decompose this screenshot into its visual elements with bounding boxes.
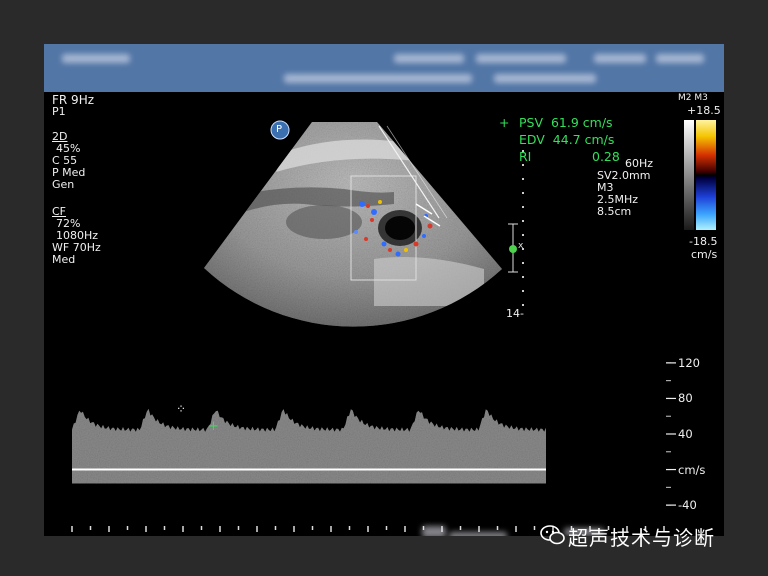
depth-tick <box>522 276 524 278</box>
svg-text:⁘: ⁘ <box>176 402 186 416</box>
depth-tick <box>522 234 524 236</box>
svg-text:x: x <box>518 241 524 251</box>
velocity-tick-label: cm/s <box>678 462 706 477</box>
velocity-tick-label: -40 <box>678 498 697 513</box>
bmode-sector <box>204 122 502 327</box>
measure-marker: + <box>499 115 510 130</box>
watermark-text: 超声技术与诊断 <box>568 526 715 550</box>
wechat-icon <box>540 525 565 545</box>
color-velocity-bar <box>684 120 716 230</box>
velocity-tick-label: 80 <box>678 391 693 406</box>
colorbar-min: -18.5 <box>689 235 718 248</box>
depth-tick <box>522 206 524 208</box>
velocity-scale <box>666 362 676 506</box>
depth-tick <box>522 192 524 194</box>
colorbar-header: M2 M3 <box>678 93 708 103</box>
colorbar-unit: cm/s <box>691 248 718 261</box>
svg-text:+: + <box>208 419 219 434</box>
depth-value: 8.5cm <box>597 205 632 218</box>
measure-cursor-psv: ⁘ <box>176 402 186 416</box>
velocity-tick-label: 40 <box>678 427 693 441</box>
depth-max-label: 14- <box>506 307 524 320</box>
doppler-spectrum-envelope <box>72 408 546 484</box>
spectral-doppler <box>72 408 546 484</box>
ultrasound-screen: x ⁘ + FR 9Hz P1 2D 45% C 55 P Med Gen CF… <box>44 44 724 536</box>
colorbar-max: +18.5 <box>687 104 721 117</box>
imaging-canvas: x ⁘ + <box>71 120 716 532</box>
depth-tick <box>522 164 524 166</box>
depth-tick <box>522 178 524 180</box>
gen-mode: Gen <box>52 178 75 191</box>
focus-marker: x <box>508 223 524 273</box>
power-level: P1 <box>52 105 66 118</box>
ri-value: 0.28 <box>592 149 620 164</box>
velocity-tick-label: 120 <box>678 355 700 370</box>
psv-readout: PSV 61.9 cm/s <box>519 115 613 130</box>
edv-readout: EDV 44.7 cm/s <box>519 132 615 147</box>
cf-med: Med <box>52 253 76 266</box>
depth-tick <box>522 290 524 292</box>
measure-cursor-edv: + <box>208 419 219 434</box>
probe-badge-text: P <box>276 124 283 135</box>
depth-tick <box>522 220 524 222</box>
depth-tick <box>522 262 524 264</box>
depth-tick <box>522 304 524 306</box>
ri-label: RI <box>519 149 532 164</box>
depth-scale <box>522 150 524 306</box>
